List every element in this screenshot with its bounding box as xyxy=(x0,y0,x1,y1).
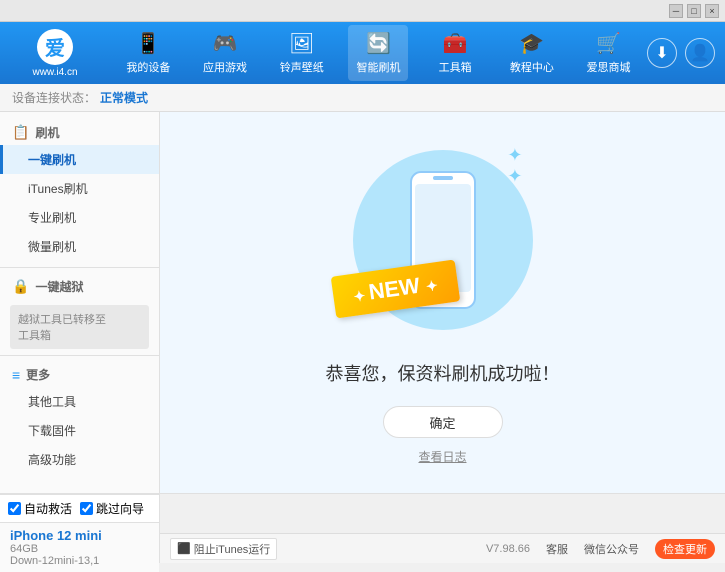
stop-itunes-button[interactable]: ⬛ 阻止iTunes运行 xyxy=(170,538,277,560)
status-value: 正常模式 xyxy=(100,89,148,106)
bottom-section: 自动救活 跳过向导 iPhone 12 mini 64GB Down-12min… xyxy=(0,493,725,563)
auto-rescue-checkbox[interactable]: 自动救活 xyxy=(8,500,72,517)
status-label: 设备连接状态： xyxy=(12,89,96,106)
device-row: iPhone 12 mini 64GB Down-12mini-13,1 xyxy=(0,523,159,572)
nav-right-buttons: ⬇ 👤 xyxy=(647,38,715,68)
stop-itunes-label: 阻止iTunes运行 xyxy=(194,541,271,557)
customer-service-link[interactable]: 客服 xyxy=(546,541,568,557)
confirm-button[interactable]: 确定 xyxy=(383,406,503,438)
version-text: V7.98.66 xyxy=(486,543,530,555)
my-device-icon: 📱 xyxy=(136,31,161,56)
bottom-mid: ⬛ 阻止iTunes运行 xyxy=(170,538,486,560)
toolbox-icon: 🧰 xyxy=(443,31,468,56)
micro-label: 微量刷机 xyxy=(28,240,76,254)
right-bottom: ⬛ 阻止iTunes运行 V7.98.66 客服 微信公众号 检查更新 xyxy=(160,494,725,563)
close-button[interactable]: × xyxy=(705,4,719,18)
sidebar: 📋 刷机 一键刷机 iTunes刷机 专业刷机 微量刷机 🔒 一键越狱 越狱工具… xyxy=(0,112,160,493)
more-section-icon: ≡ xyxy=(12,367,20,383)
my-device-label: 我的设备 xyxy=(126,59,170,75)
window-controls[interactable]: ─ □ × xyxy=(669,4,719,18)
top-nav: 爱 www.i4.cn 📱 我的设备 🎮 应用游戏 🖼 铃声壁纸 🔄 智能刷机 … xyxy=(0,22,725,84)
logo-symbol: 爱 xyxy=(45,32,65,61)
main-layout: 📋 刷机 一键刷机 iTunes刷机 专业刷机 微量刷机 🔒 一键越狱 越狱工具… xyxy=(0,112,725,493)
wallpaper-icon: 🖼 xyxy=(289,31,314,56)
nav-item-apps[interactable]: 🎮 应用游戏 xyxy=(195,25,255,81)
tutorial-label: 教程中心 xyxy=(510,59,554,75)
itunes-label: iTunes刷机 xyxy=(28,182,88,196)
nav-item-tutorial[interactable]: 🎓 教程中心 xyxy=(502,25,562,81)
smart-flash-label: 智能刷机 xyxy=(356,59,400,75)
left-bottom-panel: 自动救活 跳过向导 iPhone 12 mini 64GB Down-12min… xyxy=(0,494,160,563)
success-text: 恭喜您，保资料刷机成功啦！ xyxy=(326,360,560,386)
wechat-link[interactable]: 微信公众号 xyxy=(584,541,639,557)
restore-log-link[interactable]: 查看日志 xyxy=(418,448,466,465)
jailbreak-notice-text: 越狱工具已转移至工具箱 xyxy=(18,314,106,342)
user-button[interactable]: 👤 xyxy=(685,38,715,68)
skip-wizard-input[interactable] xyxy=(80,502,93,515)
phone-illustration: NEW ✦✦ xyxy=(343,140,543,340)
apps-icon: 🎮 xyxy=(213,31,238,56)
one-click-label: 一键刷机 xyxy=(28,153,76,167)
download-fw-label: 下载固件 xyxy=(28,424,76,438)
nav-item-wallpaper[interactable]: 🖼 铃声壁纸 xyxy=(272,25,332,81)
nav-item-my-device[interactable]: 📱 我的设备 xyxy=(118,25,178,81)
flash-section-label: 刷机 xyxy=(35,124,59,141)
sidebar-item-download-fw[interactable]: 下载固件 xyxy=(0,416,159,445)
flash-section-icon: 📋 xyxy=(12,124,29,141)
store-label: 爱思商城 xyxy=(587,59,631,75)
nav-item-toolbox[interactable]: 🧰 工具箱 xyxy=(425,25,485,81)
smart-flash-icon: 🔄 xyxy=(366,31,391,56)
bottom-right: V7.98.66 客服 微信公众号 检查更新 xyxy=(486,539,715,559)
nav-item-smart-flash[interactable]: 🔄 智能刷机 xyxy=(348,25,408,81)
auto-rescue-label: 自动救活 xyxy=(24,500,72,517)
new-text: NEW xyxy=(367,273,421,305)
logo-text: www.i4.cn xyxy=(32,67,77,78)
jailbreak-notice: 越狱工具已转移至工具箱 xyxy=(10,305,149,349)
device-storage: 64GB xyxy=(10,543,149,555)
skip-wizard-checkbox[interactable]: 跳过向导 xyxy=(80,500,144,517)
check-update-button[interactable]: 检查更新 xyxy=(655,539,715,559)
status-bar: 设备连接状态： 正常模式 xyxy=(0,84,725,112)
device-system: Down-12mini-13,1 xyxy=(10,555,149,567)
sidebar-section-more: ≡ 更多 xyxy=(0,362,159,387)
tutorial-icon: 🎓 xyxy=(519,31,544,56)
apps-label: 应用游戏 xyxy=(203,59,247,75)
sidebar-divider-1 xyxy=(0,267,159,268)
minimize-button[interactable]: ─ xyxy=(669,4,683,18)
jailbreak-section-label: 一键越狱 xyxy=(35,278,83,295)
device-name: iPhone 12 mini xyxy=(10,528,149,543)
bottom-bar: ⬛ 阻止iTunes运行 V7.98.66 客服 微信公众号 检查更新 xyxy=(160,533,725,563)
sidebar-item-micro[interactable]: 微量刷机 xyxy=(0,232,159,261)
sidebar-section-flash: 📋 刷机 xyxy=(0,120,159,145)
content-area: NEW ✦✦ 恭喜您，保资料刷机成功啦！ 确定 查看日志 xyxy=(160,112,725,493)
checkbox-row: 自动救活 跳过向导 xyxy=(0,494,159,523)
nav-items: 📱 我的设备 🎮 应用游戏 🖼 铃声壁纸 🔄 智能刷机 🧰 工具箱 🎓 教程中心… xyxy=(110,25,647,81)
sparkles-icon: ✦✦ xyxy=(507,145,522,187)
sidebar-item-advanced[interactable]: 高级功能 xyxy=(0,445,159,474)
sidebar-divider-2 xyxy=(0,355,159,356)
sidebar-section-jailbreak: 🔒 一键越狱 xyxy=(0,274,159,299)
logo-area: 爱 www.i4.cn xyxy=(10,29,100,78)
nav-item-store[interactable]: 🛒 爱思商城 xyxy=(579,25,639,81)
logo-icon: 爱 xyxy=(37,29,73,65)
advanced-label: 高级功能 xyxy=(28,453,76,467)
sidebar-item-pro[interactable]: 专业刷机 xyxy=(0,203,159,232)
title-bar: ─ □ × xyxy=(0,0,725,22)
skip-wizard-label: 跳过向导 xyxy=(96,500,144,517)
lock-icon: 🔒 xyxy=(12,278,29,295)
more-section-label: 更多 xyxy=(26,366,50,383)
download-button[interactable]: ⬇ xyxy=(647,38,677,68)
sidebar-item-one-click[interactable]: 一键刷机 xyxy=(0,145,159,174)
stop-itunes-icon: ⬛ xyxy=(177,542,191,555)
toolbox-label: 工具箱 xyxy=(439,59,472,75)
wallpaper-label: 铃声壁纸 xyxy=(280,59,324,75)
sidebar-item-itunes[interactable]: iTunes刷机 xyxy=(0,174,159,203)
pro-label: 专业刷机 xyxy=(28,211,76,225)
other-tools-label: 其他工具 xyxy=(28,395,76,409)
auto-rescue-input[interactable] xyxy=(8,502,21,515)
sidebar-item-other-tools[interactable]: 其他工具 xyxy=(0,387,159,416)
store-icon: 🛒 xyxy=(596,31,621,56)
maximize-button[interactable]: □ xyxy=(687,4,701,18)
